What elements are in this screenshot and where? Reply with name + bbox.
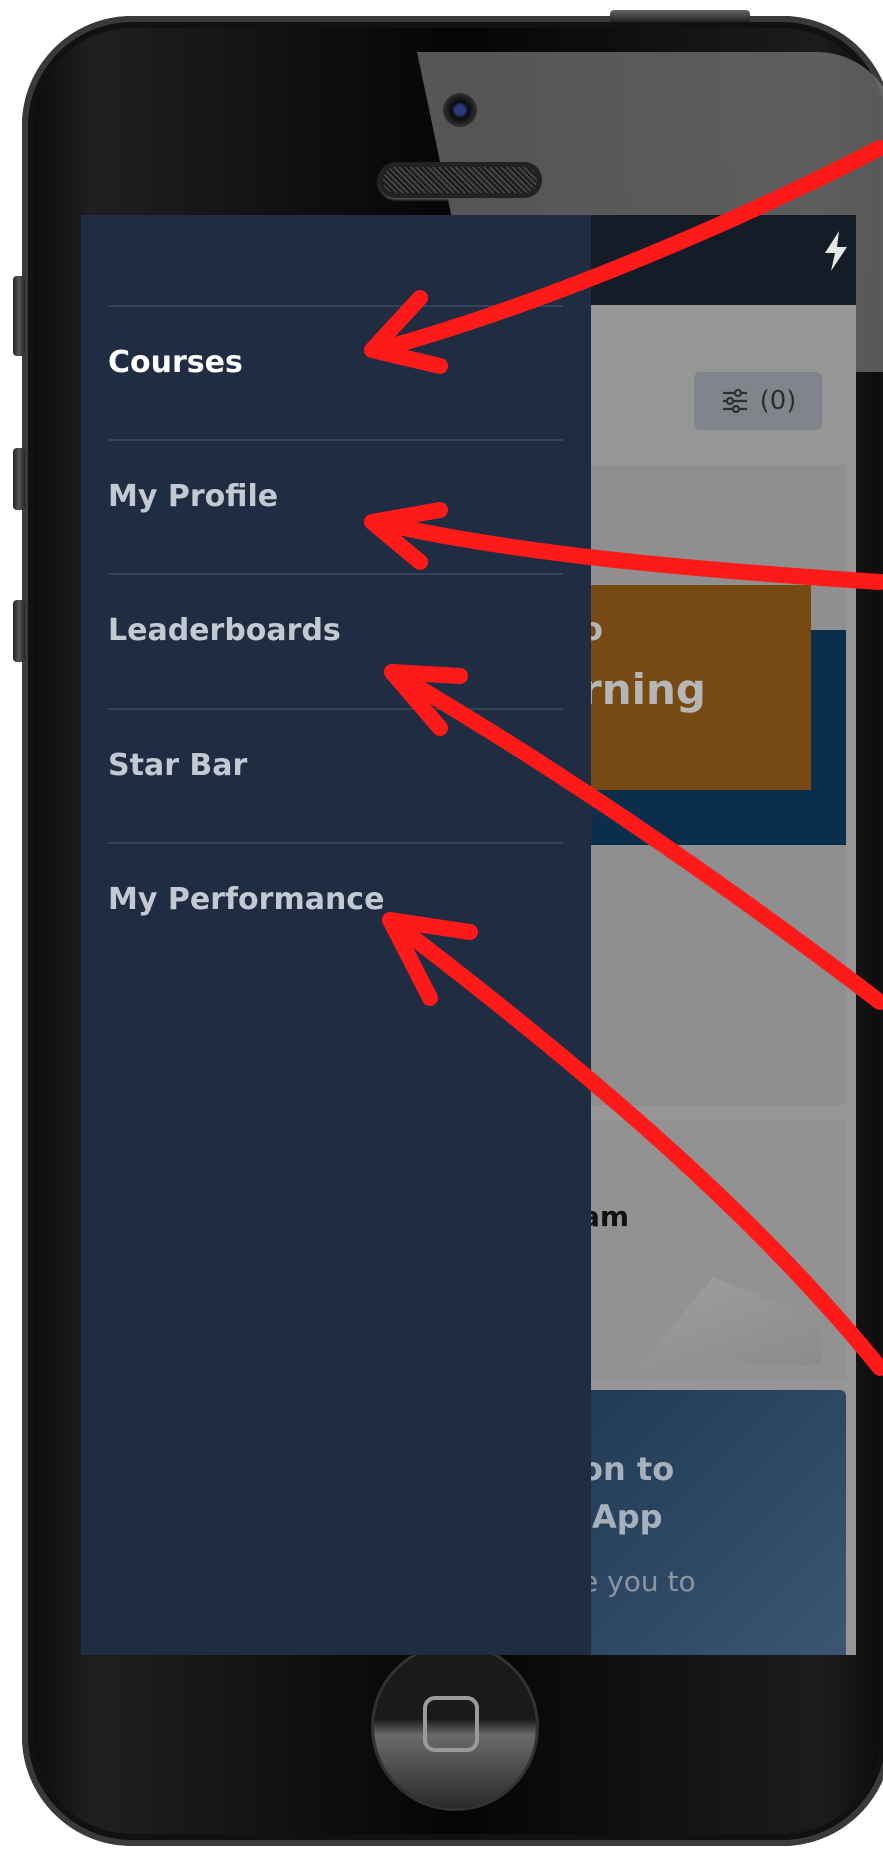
drawer-item-label: Courses	[108, 344, 243, 380]
volume-down-button	[13, 600, 25, 662]
navigation-drawer: Courses My Profile Leaderboards Star Bar…	[81, 215, 591, 1655]
sliders-icon	[722, 388, 747, 414]
drawer-item-label: Star Bar	[108, 747, 248, 783]
earpiece-speaker	[378, 162, 542, 198]
filter-count: (0)	[759, 386, 797, 416]
screen: (0) o rning am on to lApp e you to Cours…	[81, 215, 856, 1655]
mute-switch	[13, 276, 25, 356]
drawer-item-my-profile[interactable]: My Profile	[108, 439, 563, 551]
drawer-item-leaderboards[interactable]: Leaderboards	[108, 573, 563, 685]
drawer-item-label: Leaderboards	[108, 612, 341, 648]
drawer-item-my-performance[interactable]: My Performance	[108, 842, 563, 954]
volume-up-button	[13, 448, 25, 510]
promo-card-title: on to lApp	[581, 1450, 675, 1536]
course-card-title: rning	[581, 665, 706, 714]
front-camera	[443, 93, 477, 127]
home-button-icon	[423, 1696, 479, 1752]
drawer-item-star-bar[interactable]: Star Bar	[108, 708, 563, 820]
promo-card-subtitle: e you to	[581, 1565, 696, 1598]
bolt-icon[interactable]	[821, 229, 851, 273]
home-button[interactable]	[374, 1646, 536, 1808]
drawer-item-courses[interactable]: Courses	[108, 305, 563, 417]
drawer-item-label: My Performance	[108, 881, 385, 917]
filter-button[interactable]: (0)	[694, 372, 822, 430]
power-button	[610, 10, 750, 22]
drawer-item-label: My Profile	[108, 478, 279, 514]
